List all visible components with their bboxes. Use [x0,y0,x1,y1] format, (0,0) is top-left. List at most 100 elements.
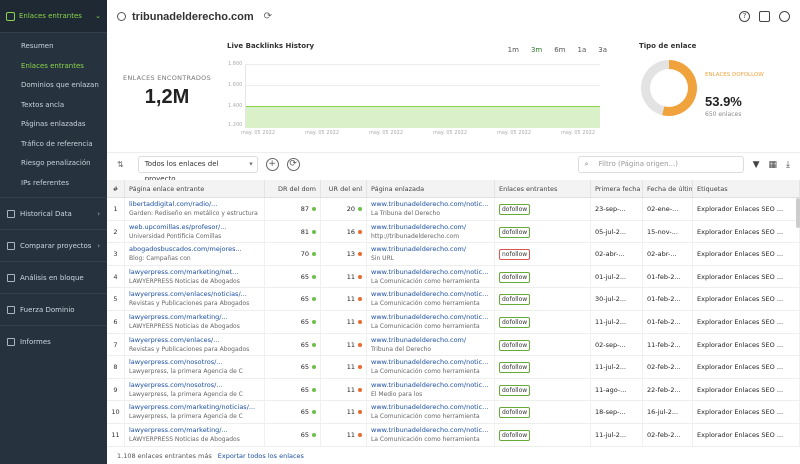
source-page-title: Lawyerpress, la primera Agencia de C [129,390,243,398]
domain-rating-cell: 65 [265,288,321,310]
column-header[interactable]: Página enlazada [367,180,495,197]
target-page-link[interactable]: www.tribunadelderecho.com/noticias [371,425,490,435]
refresh-icon[interactable]: ⟳ [264,11,272,22]
domain-rating-value: 65 [300,340,309,349]
target-page-link[interactable]: www.tribunadelderecho.com/noticias [371,199,490,209]
rating-dot [312,297,316,302]
domain-rating-value: 87 [300,205,309,213]
range-option[interactable]: 3m [531,46,542,54]
sidebar-group[interactable]: Fuerza Dominio [0,293,107,325]
url-rating-value: 11 [346,408,355,417]
domain-rating-value: 70 [300,250,309,259]
search-input[interactable]: Filtro (Página origen...) [577,156,744,173]
first-seen-cell: 18-sep-... [591,401,643,423]
target-page-link[interactable]: www.tribunadelderecho.com/noticias [371,267,490,277]
target-page-link[interactable]: www.tribunadelderecho.com/noticias [371,357,490,367]
target-page-cell: www.tribunadelderecho.com/noticias La Com… [367,423,495,446]
column-header[interactable]: # [107,180,125,197]
y-tick: 1.600 [228,82,243,88]
target-page-link[interactable]: www.tribunadelderecho.com/ [371,335,490,345]
source-page-link[interactable]: lawyerpress.com/enlaces/... [129,335,260,345]
domain-rating-cell: 65 [265,265,321,288]
source-page-link[interactable]: lawyerpress.com/nosotros/... [129,357,260,367]
calendar-icon[interactable] [759,11,770,22]
source-page-link[interactable]: lawyerpress.com/marketing/... [129,312,260,322]
scrollbar[interactable] [796,198,800,228]
domain-rating-cell: 65 [265,378,321,401]
source-page-link[interactable]: lawyerpress.com/enlaces/noticias/... [129,289,260,299]
column-header[interactable]: Primera fecha [591,180,643,197]
column-header[interactable]: Página enlace entrante [125,180,265,197]
source-page-link[interactable]: abogadosbuscados.com/mejores... [129,244,260,254]
sidebar-group[interactable]: Informes [0,325,107,357]
range-option[interactable]: 1m [508,46,519,54]
sidebar-item[interactable]: Páginas enlazadas [0,115,107,135]
backlinks-history-chart: Live Backlinks History 1m 3m 6m 1a 3a 1.800 … [227,42,607,142]
globe-settings-icon[interactable] [779,11,790,22]
source-page-link[interactable]: lawyerpress.com/nosotros/... [129,380,260,390]
column-header[interactable]: Fecha de última [643,180,693,197]
source-page-link[interactable]: lawyerpress.com/marketing/... [129,425,260,435]
project-filter-select[interactable]: Todos los enlaces del proyecto [137,156,258,183]
link-type-cell: dofollow [495,265,591,288]
range-option[interactable]: 6m [554,46,565,54]
source-page-link[interactable]: libertaddigital.com/radio/... [129,199,260,209]
range-option[interactable]: 1a [578,46,587,54]
target-page-link[interactable]: www.tribunadelderecho.com/ [371,244,490,254]
add-icon[interactable]: + [265,158,279,171]
source-page-link[interactable]: lawyerpress.com/marketing/noticias/... [129,402,260,412]
source-page-cell: lawyerpress.com/nosotros/... Lawyerpress,… [125,378,265,401]
sidebar-group[interactable]: Análisis en bloque [0,261,107,293]
refresh-table-icon[interactable]: ⟳ [286,158,300,171]
target-page-link[interactable]: www.tribunadelderecho.com/noticias [371,380,490,390]
sidebar-item[interactable]: Textos ancla [0,96,107,116]
target-page-link[interactable]: www.tribunadelderecho.com/noticias [371,289,490,299]
url-rating-value: 16 [346,227,355,236]
grid-view-icon[interactable]: ▦ [769,160,778,170]
source-page-link[interactable]: web.upcomillas.es/profesor/... [129,222,260,232]
export-all-link[interactable]: Exportar todos los enlaces [218,452,304,460]
url-rating-value: 11 [346,385,355,394]
first-seen-cell: 30-jul-2... [591,288,643,310]
sidebar-group[interactable]: Comparar proyectos › [0,229,107,261]
target-page-anchor: La Comunicación como herramienta [371,435,480,443]
target-page-anchor: La Tribuna del Derecho [371,210,441,217]
target-page-anchor: La Comunicación como herramienta [371,368,480,376]
table-header: # Página enlace entrante DR del dom UR del … [107,180,800,198]
target-page-anchor: La Comunicación como herramienta [371,277,480,285]
tags-cell: Explorador Enlaces SEO ... [693,378,800,401]
link-type-badge: dofollow [499,407,531,419]
sidebar-item[interactable]: Tráfico de referencia [0,135,107,155]
sidebar-item[interactable]: Enlaces entrantes [0,57,107,77]
column-header[interactable]: DR del dom [265,180,321,197]
column-header[interactable]: Enlaces entrantes [495,180,591,197]
sidebar-group[interactable]: Historical Data › [0,197,107,229]
target-page-anchor: El Medio para los [371,390,423,398]
sidebar-item[interactable]: Riesgo penalización [0,154,107,174]
rating-dot [312,207,316,211]
sidebar-item[interactable]: Resumen [0,37,107,57]
sidebar-item[interactable]: IPs referentes [0,174,107,194]
target-page-link[interactable]: www.tribunadelderecho.com/noticias [371,312,490,322]
target-page-link[interactable]: www.tribunadelderecho.com/noticias [371,402,490,412]
tags-cell: Explorador Enlaces SEO ... [693,356,800,378]
target-page-anchor: La Comunicación como herramienta [371,322,480,330]
rating-dot [312,365,316,370]
sidebar-section-header[interactable]: Enlaces entrantes ⌄ [0,0,107,33]
table-row: 8 lawyerpress.com/nosotros/... Lawyerpress… [107,356,800,379]
help-icon[interactable]: ? [739,11,750,22]
sort-icon[interactable]: ⇅ [117,160,124,169]
x-tick: may. 05 2022 [369,130,404,136]
column-header[interactable]: Etiquetas [693,180,800,197]
filter-icon[interactable]: ▼ [753,160,760,170]
source-page-link[interactable]: lawyerpress.com/marketing/net... [129,267,260,277]
url-rating-cell: 11 [321,310,367,333]
x-tick: may. 05 2022 [497,130,532,136]
last-seen-cell: 22-feb-2... [643,378,693,401]
range-option[interactable]: 3a [598,46,607,54]
download-icon[interactable]: ⤓ [786,160,790,170]
target-page-link[interactable]: www.tribunadelderecho.com/ [371,222,490,232]
sidebar-item[interactable]: Dominios que enlazan [0,76,107,96]
source-page-cell: lawyerpress.com/marketing/... LAWYERPRESS… [125,310,265,333]
column-header[interactable]: UR del enl [321,180,367,197]
